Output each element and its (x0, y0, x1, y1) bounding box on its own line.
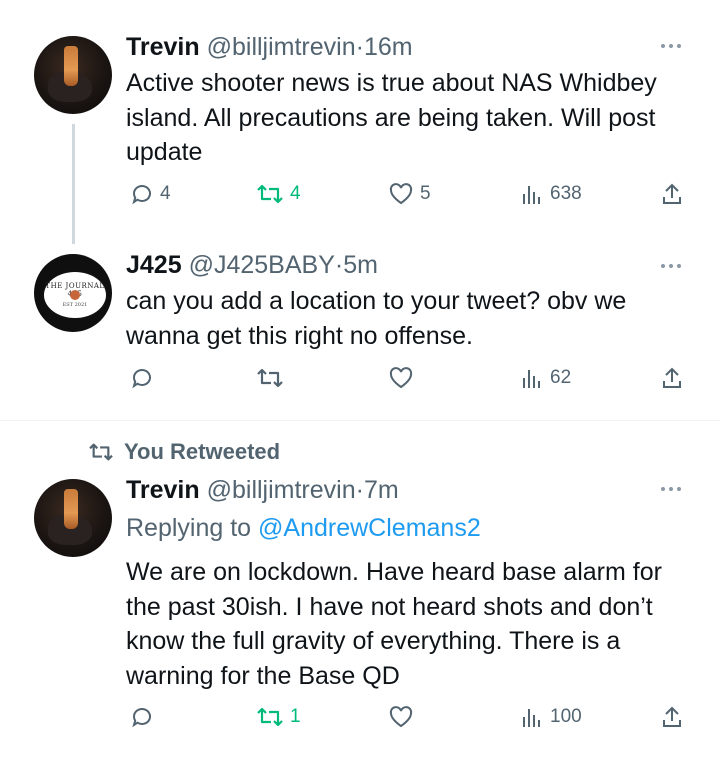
tweet-actions: 4 4 5 638 (0, 182, 720, 212)
retweet-button[interactable] (256, 366, 290, 390)
replying-to: Replying to @AndrewClemans2 (126, 513, 481, 543)
like-button[interactable]: 5 (388, 182, 431, 206)
bar-chart-icon (523, 186, 540, 204)
share-icon (663, 706, 681, 727)
like-button[interactable] (388, 705, 420, 729)
replying-to-prefix: Replying to (126, 514, 259, 542)
tweet-actions: 1 100 (0, 705, 720, 735)
separator-dot: · (334, 251, 344, 279)
more-options-icon[interactable] (656, 483, 686, 495)
separator-dot: · (355, 476, 364, 504)
view-count: 638 (550, 183, 582, 204)
avatar[interactable] (34, 479, 112, 557)
user-handle[interactable]: @billjimtrevin (207, 33, 356, 61)
share-button[interactable] (660, 705, 684, 729)
avatar[interactable] (34, 36, 112, 114)
retweet-icon (89, 443, 113, 461)
timestamp[interactable]: 7m (364, 476, 399, 504)
tweet-3[interactable]: You Retweeted Trevin @billjimtrevin·7m R… (0, 421, 720, 765)
more-options-icon[interactable] (656, 260, 686, 272)
avatar[interactable]: THE JOURNAL 425 EST 2021 (34, 254, 112, 332)
user-handle[interactable]: @J425BABY (189, 251, 335, 279)
display-name[interactable]: Trevin (126, 476, 200, 504)
social-context-label: You Retweeted (124, 439, 281, 464)
social-context: You Retweeted (88, 439, 280, 465)
timestamp[interactable]: 5m (343, 251, 378, 279)
separator-dot: · (355, 33, 364, 61)
tweet-header: J425 @J425BABY·5m (126, 250, 378, 280)
share-icon (663, 367, 681, 388)
reply-count: 4 (160, 183, 171, 204)
like-count: 5 (420, 183, 431, 204)
bar-chart-icon (523, 370, 540, 388)
reply-icon (132, 369, 151, 389)
display-name[interactable]: J425 (126, 251, 182, 279)
timestamp[interactable]: 16m (364, 33, 413, 61)
views-button[interactable]: 62 (520, 366, 571, 390)
share-button[interactable] (660, 182, 684, 206)
like-button[interactable] (388, 366, 420, 390)
tweet-header: Trevin @billjimtrevin·7m (126, 475, 399, 505)
display-name[interactable]: Trevin (126, 33, 200, 61)
view-count: 100 (550, 706, 582, 727)
views-button[interactable]: 638 (520, 182, 582, 206)
reply-icon (132, 708, 151, 728)
views-button[interactable]: 100 (520, 705, 582, 729)
retweet-button[interactable]: 4 (256, 182, 301, 206)
reply-icon (132, 185, 151, 205)
more-options-icon[interactable] (656, 40, 686, 52)
retweet-count: 4 (290, 183, 301, 204)
retweet-icon (257, 368, 283, 388)
tweet-1[interactable]: Trevin @billjimtrevin·16m Active shooter… (0, 0, 720, 250)
share-button[interactable] (660, 366, 684, 390)
retweet-count: 1 (290, 706, 301, 727)
tweet-text: We are on lockdown. Have heard base alar… (126, 558, 662, 690)
retweet-button[interactable]: 1 (256, 705, 301, 729)
tweet-2[interactable]: THE JOURNAL 425 EST 2021 J425 @J425BABY·… (0, 250, 720, 420)
heart-icon (389, 367, 413, 389)
share-icon (663, 183, 681, 204)
retweet-icon (257, 184, 283, 204)
heart-icon (389, 183, 413, 205)
bar-chart-icon (523, 709, 540, 727)
replying-to-link[interactable]: @AndrewClemans2 (258, 514, 481, 542)
tweet-text: Active shooter news is true about NAS Wh… (126, 69, 657, 166)
tweet-actions: 62 (0, 366, 720, 396)
user-handle[interactable]: @billjimtrevin (207, 476, 356, 504)
retweet-icon (257, 707, 283, 727)
view-count: 62 (550, 367, 572, 388)
reply-button[interactable] (130, 366, 160, 390)
reply-button[interactable] (130, 705, 160, 729)
reply-button[interactable]: 4 (130, 182, 171, 206)
tweet-header: Trevin @billjimtrevin·16m (126, 32, 413, 62)
tweet-text: can you add a location to your tweet? ob… (126, 287, 627, 350)
journal-logo-sub: EST 2021 (62, 302, 88, 308)
heart-icon (389, 706, 413, 728)
